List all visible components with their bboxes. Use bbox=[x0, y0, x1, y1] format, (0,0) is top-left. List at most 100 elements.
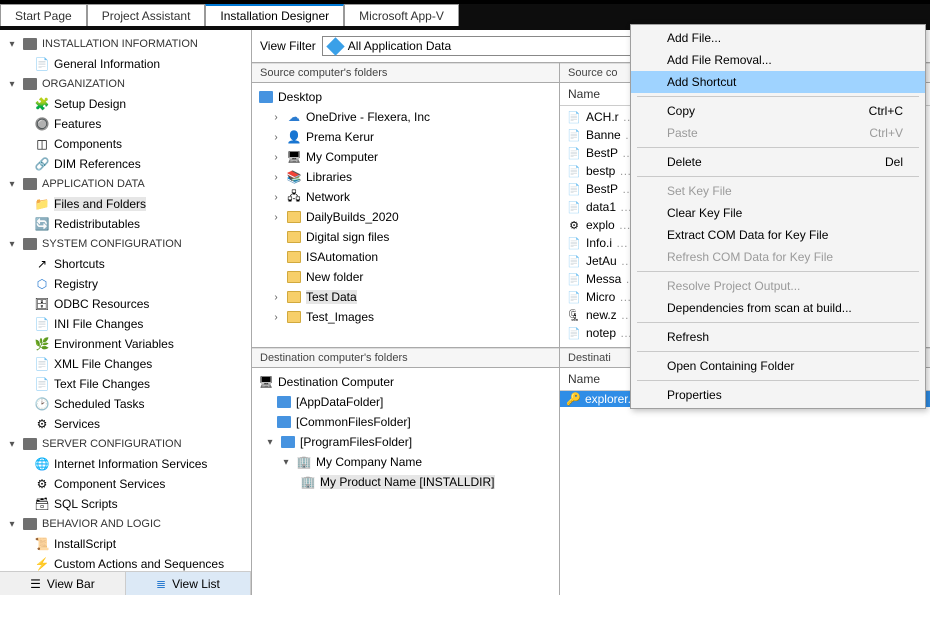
file-icon: 📄 bbox=[566, 325, 582, 341]
folder-icon bbox=[23, 238, 37, 250]
bars-icon: ☰ bbox=[30, 577, 41, 591]
ctx-copy[interactable]: CopyCtrl+C bbox=[631, 100, 925, 122]
chevron-right-icon: › bbox=[270, 192, 282, 203]
dest-company[interactable]: ▾🏢My Company Name bbox=[252, 452, 559, 472]
nav-item-dim-references[interactable]: 🔗DIM References bbox=[4, 154, 251, 174]
nav-item-features[interactable]: 🔘Features bbox=[4, 114, 251, 134]
ctx-resolve-output[interactable]: Resolve Project Output... bbox=[631, 275, 925, 297]
dest-root[interactable]: 🖥Destination Computer bbox=[252, 372, 559, 392]
list-icon: ≣ bbox=[156, 577, 166, 591]
chevron-right-icon: › bbox=[270, 312, 282, 323]
dest-product-installdir[interactable]: 🏢My Product Name [INSTALLDIR] bbox=[252, 472, 559, 492]
chevron-down-icon: ▾ bbox=[9, 439, 14, 450]
nav-category-installation-info[interactable]: ▾INSTALLATION INFORMATION bbox=[4, 34, 251, 54]
nav-item-files-and-folders[interactable]: 📁Files and Folders bbox=[4, 194, 251, 214]
ctx-clear-key-file[interactable]: Clear Key File bbox=[631, 202, 925, 224]
computer-icon: 🖥 bbox=[258, 374, 274, 390]
view-bar-button[interactable]: ☰View Bar bbox=[0, 572, 126, 595]
ctx-add-file-removal[interactable]: Add File Removal... bbox=[631, 49, 925, 71]
src-item[interactable]: ›DailyBuilds_2020 bbox=[252, 207, 559, 227]
navigation-tree: ▾INSTALLATION INFORMATION 📄General Infor… bbox=[0, 30, 251, 571]
src-desktop[interactable]: Desktop bbox=[252, 87, 559, 107]
nav-item-general-information[interactable]: 📄General Information bbox=[4, 54, 251, 74]
nav-item-ini-file-changes[interactable]: 📄INI File Changes bbox=[4, 314, 251, 334]
nav-item-odbc-resources[interactable]: 🗄ODBC Resources bbox=[4, 294, 251, 314]
folder-icon bbox=[277, 416, 291, 428]
src-item[interactable]: New folder bbox=[252, 267, 559, 287]
tab-start-page[interactable]: Start Page bbox=[0, 4, 87, 26]
folder-icon bbox=[23, 438, 37, 450]
src-item[interactable]: ›Test_Images bbox=[252, 307, 559, 327]
src-item[interactable]: ›🖧Network bbox=[252, 187, 559, 207]
view-list-button[interactable]: ≣View List bbox=[126, 572, 251, 595]
ctx-refresh-com[interactable]: Refresh COM Data for Key File bbox=[631, 246, 925, 268]
tab-microsoft-appv[interactable]: Microsoft App-V bbox=[344, 4, 459, 26]
tab-project-assistant[interactable]: Project Assistant bbox=[87, 4, 206, 26]
tab-label: Installation Designer bbox=[220, 9, 329, 23]
file-icon: 📄 bbox=[566, 181, 582, 197]
nav-item-registry[interactable]: ⬡Registry bbox=[4, 274, 251, 294]
separator bbox=[637, 176, 919, 177]
nav-category-system-configuration[interactable]: ▾SYSTEM CONFIGURATION bbox=[4, 234, 251, 254]
dest-common[interactable]: [CommonFilesFolder] bbox=[252, 412, 559, 432]
nav-item-xml-file-changes[interactable]: 📄XML File Changes bbox=[4, 354, 251, 374]
chevron-down-icon: ▾ bbox=[9, 519, 14, 530]
cube-icon bbox=[326, 37, 344, 55]
chevron-down-icon: ▾ bbox=[280, 457, 292, 468]
nav-item-text-file-changes[interactable]: 📄Text File Changes bbox=[4, 374, 251, 394]
ctx-set-key-file[interactable]: Set Key File bbox=[631, 180, 925, 202]
src-item[interactable]: ›🖥My Computer bbox=[252, 147, 559, 167]
ctx-dependencies[interactable]: Dependencies from scan at build... bbox=[631, 297, 925, 319]
nav-item-sql-scripts[interactable]: 🗃SQL Scripts bbox=[4, 494, 251, 514]
chevron-down-icon: ▾ bbox=[264, 437, 276, 448]
ctx-refresh[interactable]: Refresh bbox=[631, 326, 925, 348]
nav-category-behavior-logic[interactable]: ▾BEHAVIOR AND LOGIC bbox=[4, 514, 251, 534]
chevron-right-icon: › bbox=[270, 132, 282, 143]
dest-programfiles[interactable]: ▾[ProgramFilesFolder] bbox=[252, 432, 559, 452]
dest-folders-header: Destination computer's folders bbox=[252, 348, 559, 368]
ctx-open-containing[interactable]: Open Containing Folder bbox=[631, 355, 925, 377]
src-item[interactable]: Digital sign files bbox=[252, 227, 559, 247]
nav-category-application-data[interactable]: ▾APPLICATION DATA bbox=[4, 174, 251, 194]
shortcut-key: Del bbox=[885, 155, 903, 169]
ctx-delete[interactable]: DeleteDel bbox=[631, 151, 925, 173]
nav-item-setup-design[interactable]: 🧩Setup Design bbox=[4, 94, 251, 114]
nav-item-iis[interactable]: 🌐Internet Information Services bbox=[4, 454, 251, 474]
context-menu: Add File... Add File Removal... Add Shor… bbox=[630, 24, 926, 409]
nav-item-services[interactable]: ⚙Services bbox=[4, 414, 251, 434]
src-item[interactable]: ›👤Prema Kerur bbox=[252, 127, 559, 147]
folder-icon bbox=[287, 251, 301, 263]
ctx-add-file[interactable]: Add File... bbox=[631, 27, 925, 49]
tab-label: Project Assistant bbox=[102, 9, 191, 23]
ctx-add-shortcut[interactable]: Add Shortcut bbox=[631, 71, 925, 93]
nav-item-redistributables[interactable]: 🔄Redistributables bbox=[4, 214, 251, 234]
nav-item-environment-variables[interactable]: 🌿Environment Variables bbox=[4, 334, 251, 354]
file-icon: 📄 bbox=[566, 289, 582, 305]
nav-item-shortcuts[interactable]: ↗Shortcuts bbox=[4, 254, 251, 274]
nav-item-scheduled-tasks[interactable]: 🕑Scheduled Tasks bbox=[4, 394, 251, 414]
nav-item-components[interactable]: ◫Components bbox=[4, 134, 251, 154]
nav-item-installscript[interactable]: 📜InstallScript bbox=[4, 534, 251, 554]
tab-installation-designer[interactable]: Installation Designer bbox=[205, 4, 344, 26]
src-item[interactable]: ›📚Libraries bbox=[252, 167, 559, 187]
src-item[interactable]: ›☁OneDrive - Flexera, Inc bbox=[252, 107, 559, 127]
file-icon: 📄 bbox=[566, 109, 582, 125]
cloud-icon: ☁ bbox=[286, 109, 302, 125]
folder-icon bbox=[23, 518, 37, 530]
nav-item-component-services[interactable]: ⚙Component Services bbox=[4, 474, 251, 494]
nav-category-organization[interactable]: ▾ORGANIZATION bbox=[4, 74, 251, 94]
desktop-icon bbox=[259, 91, 273, 103]
ctx-paste[interactable]: PasteCtrl+V bbox=[631, 122, 925, 144]
source-folders-header: Source computer's folders bbox=[252, 63, 559, 83]
ctx-extract-com[interactable]: Extract COM Data for Key File bbox=[631, 224, 925, 246]
src-item-test-data[interactable]: ›Test Data bbox=[252, 287, 559, 307]
dest-appdata[interactable]: [AppDataFolder] bbox=[252, 392, 559, 412]
ctx-properties[interactable]: Properties bbox=[631, 384, 925, 406]
nav-item-custom-actions[interactable]: ⚡Custom Actions and Sequences bbox=[4, 554, 251, 571]
separator bbox=[637, 351, 919, 352]
src-item[interactable]: ISAutomation bbox=[252, 247, 559, 267]
nav-category-server-configuration[interactable]: ▾SERVER CONFIGURATION bbox=[4, 434, 251, 454]
file-icon: 📄 bbox=[566, 253, 582, 269]
zip-icon: 🗜 bbox=[566, 307, 582, 323]
libraries-icon: 📚 bbox=[286, 169, 302, 185]
